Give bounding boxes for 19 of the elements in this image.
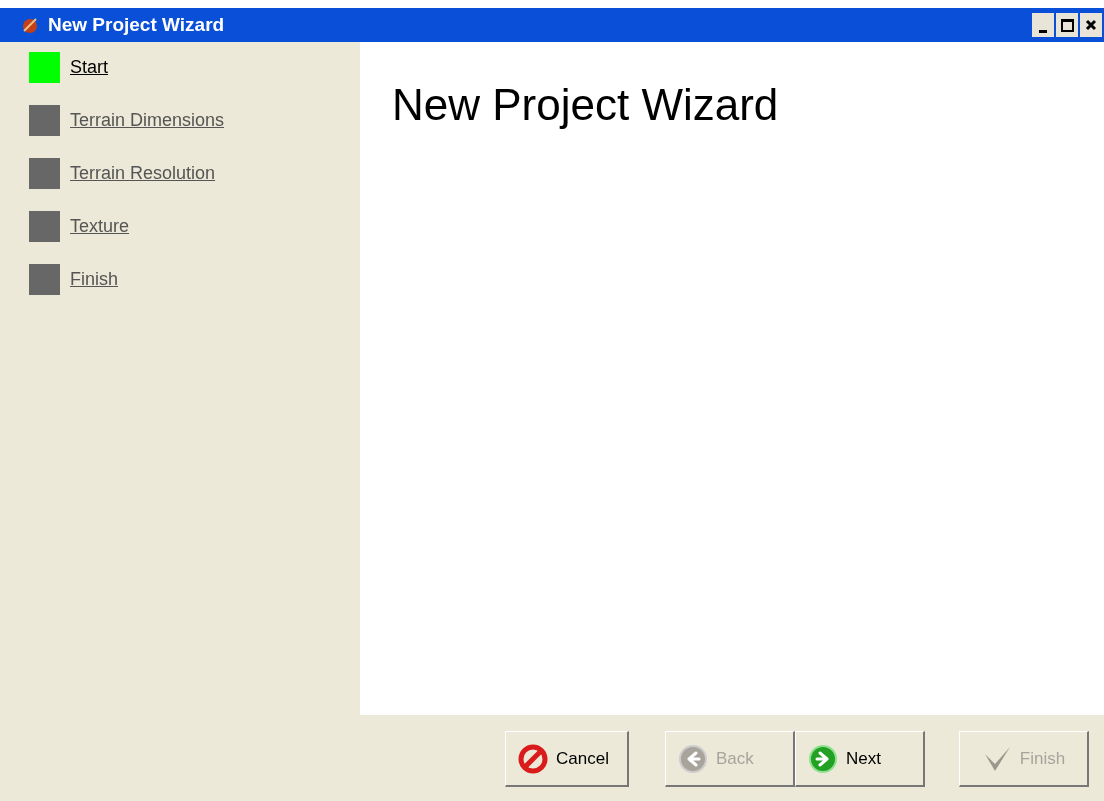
minimize-button[interactable] (1032, 13, 1054, 37)
step-link[interactable]: Start (70, 54, 108, 81)
next-button[interactable]: Next (795, 731, 925, 787)
close-button[interactable] (1080, 13, 1102, 37)
app-icon (20, 15, 40, 35)
right-arrow-circle-icon (808, 743, 838, 774)
maximize-button[interactable] (1056, 13, 1078, 37)
maximize-icon (1060, 18, 1074, 32)
close-icon (1085, 19, 1097, 31)
step-link[interactable]: Finish (70, 266, 118, 293)
minimize-icon (1039, 30, 1047, 33)
left-arrow-circle-icon (678, 743, 708, 774)
cancel-button[interactable]: Cancel (505, 731, 629, 787)
step-link[interactable]: Terrain Dimensions (70, 107, 225, 134)
step-link[interactable]: Terrain Resolution (70, 160, 216, 187)
step-link[interactable]: Texture (70, 213, 130, 240)
page-heading: New Project Wizard (392, 79, 780, 131)
window-title: New Project Wizard (48, 12, 225, 37)
no-entry-icon (518, 743, 548, 774)
